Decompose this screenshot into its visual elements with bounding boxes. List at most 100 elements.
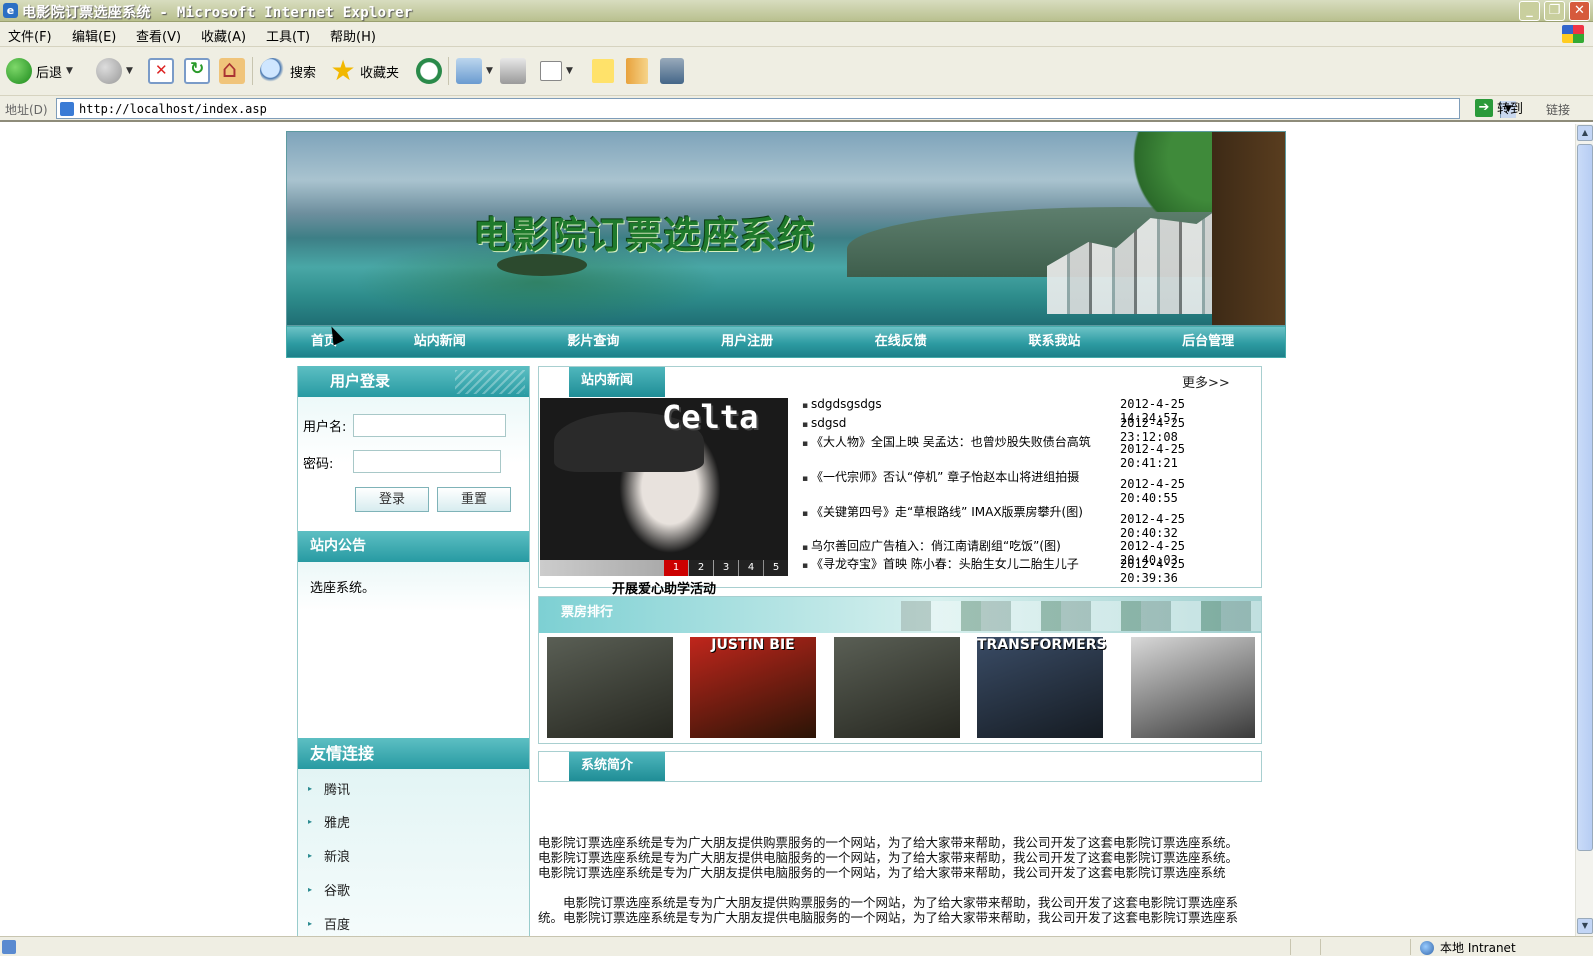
- research-button[interactable]: [626, 56, 648, 86]
- refresh-button[interactable]: [184, 56, 210, 86]
- edit-button[interactable]: ▼: [540, 56, 573, 86]
- friend-link[interactable]: ▸ 新浪: [308, 846, 350, 865]
- forward-button[interactable]: ▼: [96, 56, 133, 86]
- slide-page-1[interactable]: 1: [664, 560, 688, 576]
- ie-icon: e: [3, 3, 18, 18]
- friend-link-label[interactable]: 百度: [324, 914, 350, 933]
- friend-link[interactable]: ▸ 雅虎: [308, 812, 350, 831]
- status-bar: 本地 Intranet: [0, 936, 1593, 956]
- friend-link[interactable]: ▸ 百度: [308, 914, 350, 933]
- friend-link-label[interactable]: 谷歌: [324, 880, 350, 899]
- slide-page-3[interactable]: 3: [714, 560, 738, 576]
- nav-home[interactable]: 首页: [287, 327, 363, 357]
- scroll-down-icon[interactable]: ▼: [1577, 918, 1593, 934]
- address-url[interactable]: http://localhost/index.asp: [79, 102, 267, 116]
- mail-dropdown-icon[interactable]: ▼: [486, 66, 493, 76]
- forward-dropdown-icon[interactable]: ▼: [126, 66, 133, 76]
- news-item-title[interactable]: 《一代宗师》否认“停机” 章子怡赵本山将进组拍摄: [802, 470, 1114, 505]
- home-button[interactable]: [219, 55, 245, 86]
- menu-favorites[interactable]: 收藏(A): [201, 26, 246, 45]
- nav-admin[interactable]: 后台管理: [1131, 327, 1285, 357]
- menu-help[interactable]: 帮助(H): [330, 26, 376, 45]
- menu-tools[interactable]: 工具(T): [266, 26, 310, 45]
- nav-feedback[interactable]: 在线反馈: [824, 327, 978, 357]
- news-more-link[interactable]: 更多>>: [1182, 372, 1230, 391]
- forward-arrow-icon: [96, 58, 122, 84]
- movie-poster[interactable]: JUSTIN BIE: [690, 637, 816, 738]
- security-zone: 本地 Intranet: [1420, 939, 1516, 956]
- friend-link-label[interactable]: 新浪: [324, 846, 350, 865]
- search-button[interactable]: 搜索: [260, 56, 316, 86]
- news-item-title[interactable]: 《关键第四号》走“草根路线” IMAX版票房攀升(图): [802, 505, 1114, 540]
- history-button[interactable]: [416, 56, 442, 86]
- back-dropdown-icon[interactable]: ▼: [66, 66, 73, 76]
- site-banner: 电影院订票选座系统: [286, 131, 1286, 326]
- nav-movie-search[interactable]: 影片查询: [517, 327, 671, 357]
- menu-view[interactable]: 查看(V): [136, 26, 181, 45]
- page-status-icon: [2, 940, 16, 954]
- login-button[interactable]: 登录: [355, 487, 429, 512]
- address-input[interactable]: http://localhost/index.asp ▼: [56, 98, 1516, 119]
- friend-link[interactable]: ▸ 谷歌: [308, 880, 350, 899]
- slide-page-4[interactable]: 4: [739, 560, 763, 576]
- menu-edit[interactable]: 编辑(E): [72, 26, 116, 45]
- slide-brand-text: Celta: [662, 398, 759, 436]
- intro-text-line: 统。电影院订票选座系统是专为广大朋友提供电脑服务的一个网站，为了给大家带来帮助，…: [538, 910, 1239, 925]
- close-button[interactable]: ✕: [1569, 1, 1590, 21]
- news-slideshow[interactable]: Celta 1 2 3 4 5: [540, 398, 788, 576]
- intro-text-line: 电影院订票选座系统是专为广大朋友提供购票服务的一个网站，为了给大家带来帮助，我公…: [538, 895, 1239, 910]
- nav-register[interactable]: 用户注册: [670, 327, 824, 357]
- friend-link-label[interactable]: 雅虎: [324, 812, 350, 831]
- nav-news[interactable]: 站内新闻: [363, 327, 517, 357]
- intro-text-line: 电影院订票选座系统是专为广大朋友提供购票服务的一个网站，为了给大家带来帮助，我公…: [538, 835, 1239, 850]
- maximize-button[interactable]: ❐: [1544, 1, 1565, 21]
- friend-link-label[interactable]: 腾讯: [324, 779, 350, 798]
- edit-dropdown-icon[interactable]: ▼: [566, 66, 573, 76]
- notice-panel: 站内公告 选座系统。: [298, 531, 529, 731]
- news-item[interactable]: 《大人物》全国上映 吴孟达：也曾炒股失败债台高筑 2012-4-25 20:41…: [802, 435, 1242, 470]
- password-input[interactable]: [353, 450, 501, 473]
- slide-caption[interactable]: 开展爱心助学活动: [539, 578, 789, 597]
- back-button[interactable]: 后退 ▼: [6, 56, 73, 86]
- username-label: 用户名:: [303, 420, 347, 435]
- stop-button[interactable]: [148, 56, 174, 86]
- news-item[interactable]: 《一代宗师》否认“停机” 章子怡赵本山将进组拍摄 2012-4-25 20:40…: [802, 470, 1242, 505]
- print-button[interactable]: [500, 56, 526, 86]
- news-item[interactable]: 《寻龙夺宝》首映 陈小春：头胎生女儿二胎生儿子 2012-4-25 20:39:…: [802, 557, 1242, 585]
- vertical-scrollbar[interactable]: ▲ ▼: [1575, 124, 1593, 936]
- menu-file[interactable]: 文件(F): [8, 26, 52, 45]
- movie-poster[interactable]: [547, 637, 673, 738]
- news-item[interactable]: 《关键第四号》走“草根路线” IMAX版票房攀升(图) 2012-4-25 20…: [802, 505, 1242, 540]
- mail-button[interactable]: ▼: [456, 56, 493, 86]
- movie-poster[interactable]: [1131, 637, 1255, 738]
- scroll-up-icon[interactable]: ▲: [1577, 125, 1593, 141]
- slide-page-2[interactable]: 2: [689, 560, 713, 576]
- page-icon: [60, 102, 74, 116]
- minimize-button[interactable]: _: [1519, 1, 1540, 21]
- movie-poster[interactable]: [834, 637, 960, 738]
- home-icon: [219, 55, 245, 84]
- nav-contact[interactable]: 联系我站: [978, 327, 1132, 357]
- box-office-panel: 票房排行 JUSTIN BIE TRANSFORMERS: [538, 596, 1262, 744]
- reset-button[interactable]: 重置: [437, 487, 511, 512]
- favorites-button[interactable]: ★ 收藏夹: [330, 56, 399, 86]
- links-button[interactable]: 链接: [1546, 101, 1570, 118]
- bullet-icon: ▸: [308, 817, 313, 826]
- print-icon: [500, 58, 526, 84]
- friend-link[interactable]: ▸ 腾讯: [308, 779, 350, 798]
- movie-poster[interactable]: TRANSFORMERS: [977, 637, 1107, 738]
- news-item-title[interactable]: 《大人物》全国上映 吴孟达：也曾炒股失败债台高筑: [802, 435, 1114, 470]
- news-panel: 站内新闻 更多>> Celta 1 2 3 4 5 开展爱心助学活动 sdgds…: [538, 366, 1262, 597]
- go-button[interactable]: ➔ 转到: [1475, 98, 1523, 117]
- slide-page-5[interactable]: 5: [764, 560, 788, 576]
- scroll-thumb[interactable]: [1577, 144, 1593, 851]
- status-divider: [1410, 939, 1411, 955]
- poster-text: JUSTIN BIE: [711, 637, 795, 653]
- slide-pager: 1 2 3 4 5: [540, 560, 788, 576]
- messenger-button[interactable]: [660, 56, 684, 86]
- site-title: 电影院订票选座系统: [473, 213, 816, 257]
- news-item-title[interactable]: 《寻龙夺宝》首映 陈小春：头胎生女儿二胎生儿子: [802, 557, 1114, 585]
- discuss-button[interactable]: [592, 56, 614, 86]
- username-input[interactable]: [353, 414, 506, 437]
- toolbar-separator: [448, 57, 449, 85]
